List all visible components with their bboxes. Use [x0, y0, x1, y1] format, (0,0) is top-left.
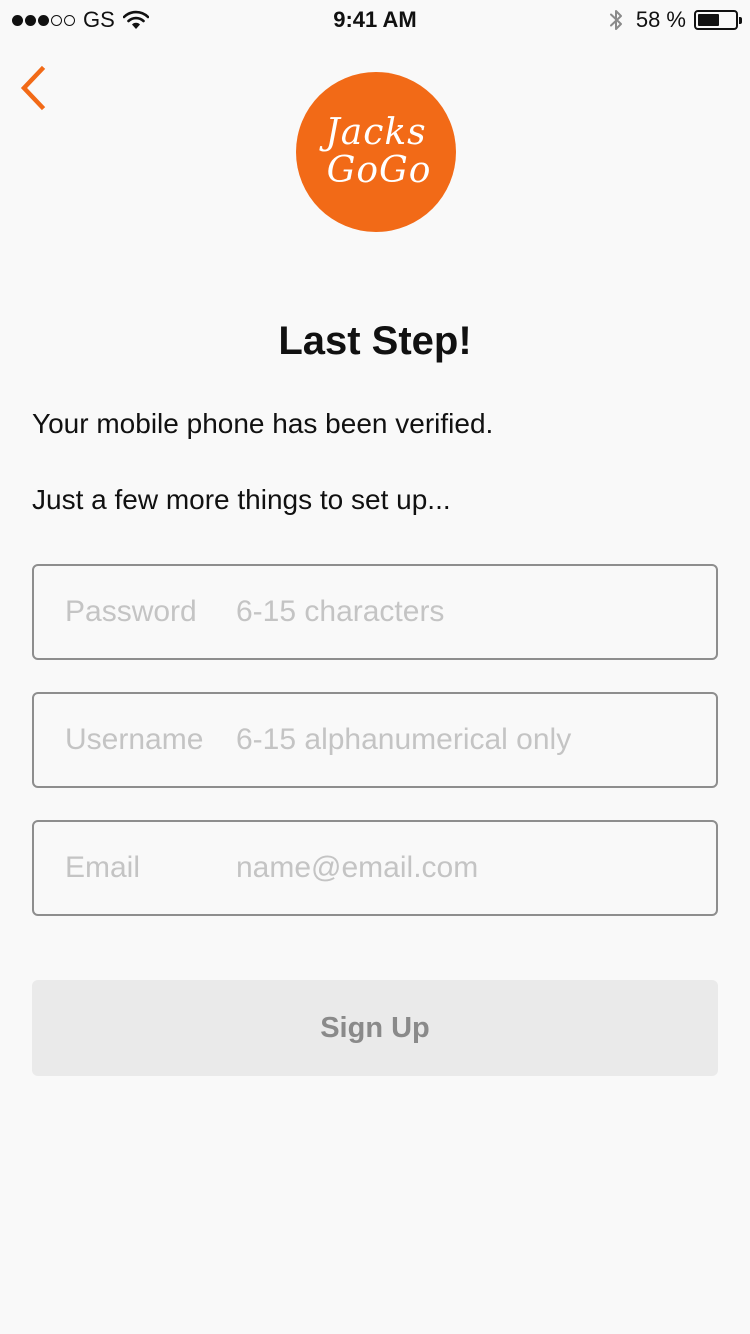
back-button[interactable]: [8, 60, 58, 116]
battery-level: [698, 14, 719, 26]
sign-up-button[interactable]: Sign Up: [32, 980, 718, 1076]
username-label: Username: [65, 723, 204, 756]
status-bar-right: 58 %: [608, 6, 742, 34]
status-bar: GS 9:41 AM 58 %: [0, 0, 750, 40]
email-label: Email: [65, 851, 141, 884]
logo-text-line-2: GoGo: [326, 150, 432, 191]
app-logo: Jacks GoGo: [296, 72, 456, 232]
email-field[interactable]: Email: [32, 820, 718, 916]
setup-message: Just a few more things to set up...: [32, 484, 451, 515]
password-input[interactable]: [236, 566, 700, 658]
page-title: Last Step!: [278, 319, 472, 363]
battery-percentage: 58 %: [635, 7, 686, 32]
chevron-left-icon: [20, 65, 46, 111]
logo-text-line-1: Jacks: [325, 112, 427, 153]
password-field[interactable]: Password: [32, 564, 718, 660]
username-input[interactable]: [236, 694, 700, 786]
battery-icon: [694, 10, 742, 30]
username-field[interactable]: Username: [32, 692, 718, 788]
verification-message: Your mobile phone has been verified.: [32, 408, 494, 439]
bluetooth-icon: [609, 10, 622, 30]
password-label: Password: [65, 595, 197, 628]
email-input[interactable]: [236, 822, 700, 914]
